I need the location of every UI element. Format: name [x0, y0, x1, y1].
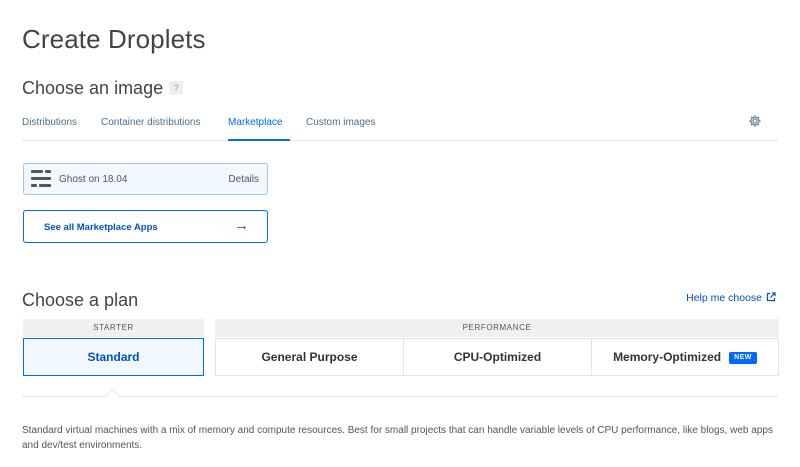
selected-plan-caret [104, 388, 121, 405]
plan-description: Standard virtual machines with a mix of … [22, 425, 773, 451]
tab-distributions[interactable]: Distributions [22, 117, 77, 128]
plan-memory-optimized-label: Memory-Optimized [613, 350, 722, 364]
help-me-choose-label: Help me choose [686, 292, 762, 304]
tab-custom-images[interactable]: Custom images [306, 117, 375, 128]
image-details-link[interactable]: Details [228, 174, 259, 185]
plan-cpu-optimized[interactable]: CPU-Optimized [403, 338, 592, 376]
see-all-marketplace-button[interactable]: See all Marketplace Apps → [23, 210, 268, 243]
image-tabs: Distributions Container distributions Ma… [22, 108, 778, 141]
plan-standard[interactable]: Standard [23, 338, 204, 376]
arrow-right-icon: → [234, 217, 249, 234]
image-section-title: Choose an image? [22, 78, 184, 99]
ghost-logo-icon [31, 170, 51, 187]
image-name: Ghost on 18.04 [59, 174, 128, 185]
gear-icon[interactable] [748, 114, 762, 128]
image-section-title-text: Choose an image [22, 78, 164, 98]
tab-marketplace[interactable]: Marketplace [228, 117, 282, 128]
plan-general-purpose[interactable]: General Purpose [215, 338, 404, 376]
external-link-icon [766, 292, 776, 302]
plan-memory-optimized[interactable]: Memory-Optimized NEW [591, 338, 779, 376]
tab-container-distributions[interactable]: Container distributions [101, 117, 201, 128]
selected-image-card[interactable]: Ghost on 18.04 Details [23, 163, 268, 195]
description-divider [22, 396, 778, 397]
help-me-choose-link[interactable]: Help me choose [686, 292, 776, 304]
plan-group-starter: STARTER [23, 319, 204, 337]
active-tab-indicator [228, 139, 290, 141]
page-title: Create Droplets [22, 24, 206, 54]
plan-section-title: Choose a plan [22, 290, 139, 310]
see-all-label: See all Marketplace Apps [44, 222, 158, 233]
help-badge[interactable]: ? [169, 81, 184, 95]
new-badge: NEW [729, 352, 757, 364]
plan-group-performance: PERFORMANCE [215, 319, 779, 337]
